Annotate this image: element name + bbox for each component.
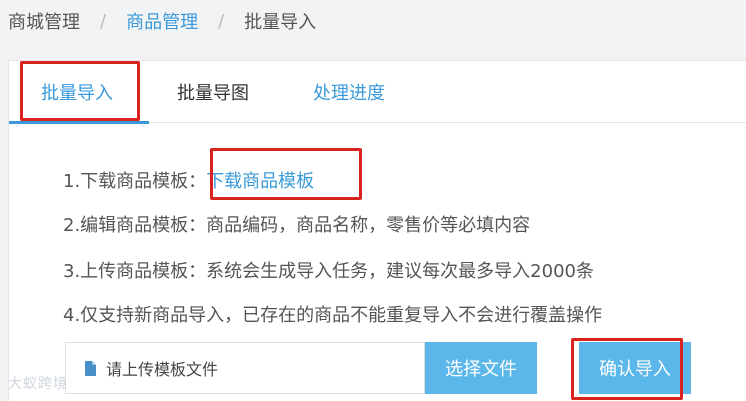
tab-batch-import[interactable]: 批量导入: [41, 61, 113, 123]
tab-bar: 批量导入 批量导图 处理进度: [9, 61, 746, 124]
confirm-import-button[interactable]: 确认导入: [579, 342, 691, 394]
active-tab-indicator: [9, 121, 149, 124]
import-card: 批量导入 批量导图 处理进度 1.下载商品模板：下载商品模板 2.编辑商品模板：…: [8, 60, 746, 401]
download-template-link[interactable]: 下载商品模板: [206, 171, 314, 192]
file-icon: [85, 360, 96, 376]
tab-batch-export-images[interactable]: 批量导图: [177, 61, 249, 123]
step-2: 2.编辑商品模板：商品编码，商品名称，零售价等必填内容: [63, 215, 531, 236]
breadcrumb-mall-management[interactable]: 商城管理: [8, 8, 80, 34]
file-upload-placeholder: 请上传模板文件: [106, 360, 219, 379]
file-upload-field[interactable]: 请上传模板文件: [65, 342, 425, 394]
watermark: 大蚁跨境: [8, 376, 68, 392]
step-4: 4.仅支持新商品导入，已存在的商品不能重复导入不会进行覆盖操作: [63, 305, 603, 326]
choose-file-button[interactable]: 选择文件: [425, 342, 537, 394]
breadcrumb-product-management[interactable]: 商品管理: [126, 8, 198, 34]
tab-processing-progress[interactable]: 处理进度: [313, 61, 385, 123]
breadcrumb-current-page: 批量导入: [244, 12, 317, 33]
breadcrumb-separator: /: [100, 10, 107, 32]
step-1-text: 1.下载商品模板：: [63, 171, 207, 192]
breadcrumb-separator: /: [218, 10, 225, 32]
breadcrumb: 商城管理 / 商品管理 / 批量导入: [8, 6, 316, 36]
step-3: 3.上传商品模板：系统会生成导入任务，建议每次最多导入2000条: [63, 261, 594, 282]
step-1: 1.下载商品模板：下载商品模板: [63, 167, 314, 193]
